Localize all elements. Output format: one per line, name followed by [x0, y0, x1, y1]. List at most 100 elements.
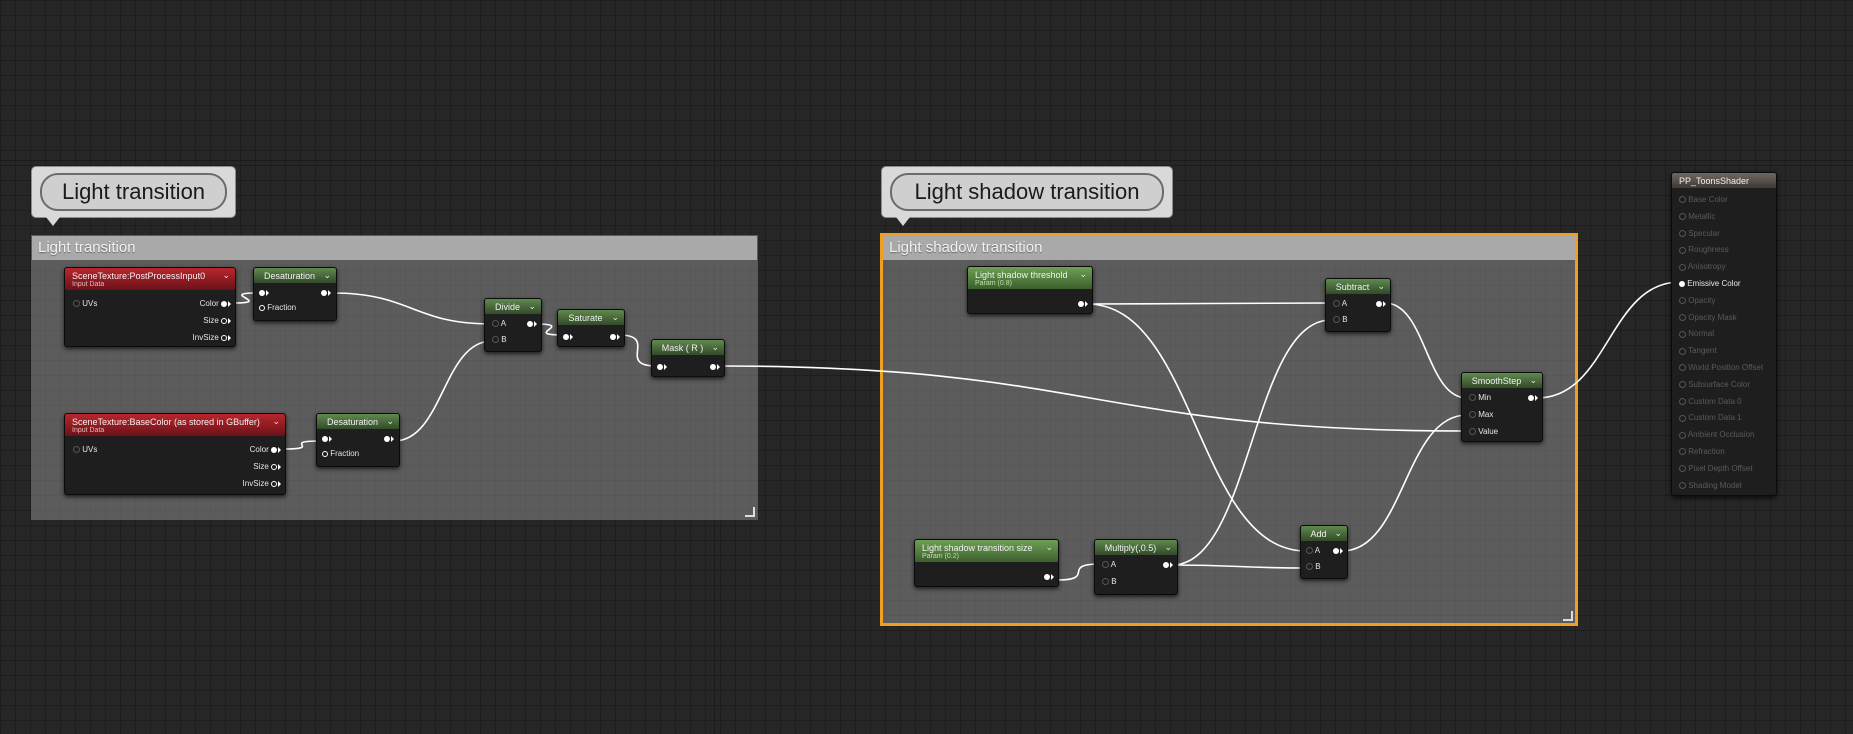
node-header[interactable]: Add ⌄: [1301, 526, 1347, 541]
pin-color[interactable]: Color: [250, 445, 281, 455]
output-pin[interactable]: Opacity Mask: [1679, 313, 1737, 323]
pin-output[interactable]: [1333, 546, 1343, 556]
output-pin[interactable]: Normal: [1679, 329, 1714, 339]
node-desaturation-1[interactable]: Desaturation ⌄ Fraction: [253, 267, 337, 321]
node-header[interactable]: Divide ⌄: [485, 299, 541, 314]
pin-output[interactable]: [527, 319, 537, 329]
pin-uvs[interactable]: UVs: [73, 299, 97, 309]
comment-bubble-light-shadow-transition[interactable]: Light shadow transition: [882, 167, 1172, 226]
pin-a[interactable]: A: [1333, 299, 1347, 309]
node-add[interactable]: Add ⌄ A B: [1300, 525, 1348, 579]
pin-input[interactable]: [657, 362, 667, 372]
output-pin[interactable]: Specular: [1679, 229, 1720, 239]
chevron-down-icon[interactable]: ⌄: [528, 301, 536, 312]
node-header[interactable]: SceneTexture:PostProcessInput0 Input Dat…: [65, 268, 235, 290]
pin-label: Opacity Mask: [1686, 312, 1737, 322]
pin-output[interactable]: [1528, 393, 1538, 403]
chevron-down-icon[interactable]: ⌄: [1164, 542, 1172, 553]
chevron-down-icon[interactable]: ⌄: [1529, 375, 1537, 386]
chevron-down-icon[interactable]: ⌄: [1334, 528, 1342, 539]
node-header[interactable]: SceneTexture:BaseColor (as stored in GBu…: [65, 414, 285, 436]
chevron-down-icon[interactable]: ⌄: [386, 416, 394, 427]
pin-output[interactable]: [1078, 299, 1088, 309]
output-pin[interactable]: World Position Offset: [1679, 363, 1763, 373]
output-pin[interactable]: Subsurface Color: [1679, 380, 1750, 390]
output-pin[interactable]: Emissive Color: [1679, 279, 1741, 289]
pin-a[interactable]: A: [1306, 546, 1320, 556]
pin-output[interactable]: [710, 362, 720, 372]
node-scenetexture-postprocessinput0[interactable]: SceneTexture:PostProcessInput0 Input Dat…: [64, 267, 236, 347]
output-pin[interactable]: Custom Data 1: [1679, 413, 1742, 423]
chevron-down-icon[interactable]: ⌄: [323, 270, 331, 281]
output-pin[interactable]: Roughness: [1679, 245, 1729, 255]
output-pin[interactable]: Base Color: [1679, 195, 1728, 205]
pin-invsize[interactable]: InvSize: [193, 333, 231, 343]
node-desaturation-2[interactable]: Desaturation ⌄ Fraction: [316, 413, 400, 467]
chevron-down-icon[interactable]: ⌄: [1377, 281, 1385, 292]
pin-output[interactable]: [1376, 299, 1386, 309]
pin-max[interactable]: Max: [1469, 410, 1493, 420]
pin-size[interactable]: Size: [253, 462, 281, 472]
node-header[interactable]: Desaturation ⌄: [317, 414, 399, 429]
output-pin[interactable]: Anisotropy: [1679, 262, 1726, 272]
node-header[interactable]: Mask ( R ) ⌄: [652, 340, 724, 355]
chevron-down-icon[interactable]: ⌄: [1045, 542, 1053, 553]
output-pin[interactable]: Tangent: [1679, 346, 1717, 356]
pin-min[interactable]: Min: [1469, 393, 1491, 403]
resize-grip[interactable]: [1563, 611, 1573, 621]
pin-b[interactable]: B: [1306, 562, 1321, 572]
pin-uvs[interactable]: UVs: [73, 445, 97, 455]
output-pin[interactable]: Custom Data 0: [1679, 397, 1742, 407]
output-pin[interactable]: Metallic: [1679, 212, 1715, 222]
comment-bubble-light-transition[interactable]: Light transition: [32, 167, 235, 226]
node-param-light-shadow-transition-size[interactable]: Light shadow transition size Param (0.2)…: [914, 539, 1059, 587]
chevron-down-icon[interactable]: ⌄: [711, 342, 719, 353]
pin-input[interactable]: [322, 434, 332, 444]
node-header[interactable]: Light shadow transition size Param (0.2)…: [915, 540, 1058, 562]
pin-input[interactable]: [259, 288, 269, 298]
node-header[interactable]: Light shadow threshold Param (0.8) ⌄: [968, 267, 1092, 289]
node-param-light-shadow-threshold[interactable]: Light shadow threshold Param (0.8) ⌄: [967, 266, 1093, 314]
node-mask-r[interactable]: Mask ( R ) ⌄: [651, 339, 725, 377]
pin-size[interactable]: Size: [203, 316, 231, 326]
node-header[interactable]: Subtract ⌄: [1326, 279, 1390, 294]
pin-b[interactable]: B: [1102, 577, 1117, 587]
pin-value[interactable]: Value: [1469, 427, 1498, 437]
pin-output[interactable]: [1163, 560, 1173, 570]
node-divide[interactable]: Divide ⌄ A B: [484, 298, 542, 352]
pin-fraction[interactable]: Fraction: [322, 449, 359, 459]
node-header[interactable]: Multiply(,0.5) ⌄: [1095, 540, 1177, 555]
chevron-down-icon[interactable]: ⌄: [222, 270, 230, 281]
node-header[interactable]: PP_ToonsShader: [1672, 173, 1776, 188]
pin-a[interactable]: A: [1102, 560, 1116, 570]
output-pin[interactable]: Opacity: [1679, 296, 1715, 306]
pin-b[interactable]: B: [492, 335, 507, 345]
chevron-down-icon[interactable]: ⌄: [611, 312, 619, 323]
resize-grip[interactable]: [745, 507, 755, 517]
pin-b[interactable]: B: [1333, 315, 1348, 325]
node-header[interactable]: SmoothStep ⌄: [1462, 373, 1542, 388]
node-saturate[interactable]: Saturate ⌄: [557, 309, 625, 347]
pin-output[interactable]: [384, 434, 394, 444]
node-scenetexture-basecolor[interactable]: SceneTexture:BaseColor (as stored in GBu…: [64, 413, 286, 495]
pin-a[interactable]: A: [492, 319, 506, 329]
chevron-down-icon[interactable]: ⌄: [272, 416, 280, 427]
node-header[interactable]: Desaturation ⌄: [254, 268, 336, 283]
pin-input[interactable]: [563, 332, 573, 342]
output-pin[interactable]: Refraction: [1679, 447, 1725, 457]
output-pin[interactable]: Shading Model: [1679, 481, 1742, 491]
node-material-output[interactable]: PP_ToonsShader Base Color Metallic Specu…: [1671, 172, 1777, 496]
output-pin[interactable]: Ambient Occlusion: [1679, 430, 1754, 440]
pin-invsize[interactable]: InvSize: [243, 479, 281, 489]
node-subtract[interactable]: Subtract ⌄ A B: [1325, 278, 1391, 332]
output-pin[interactable]: Pixel Depth Offset: [1679, 464, 1753, 474]
pin-output[interactable]: [1044, 572, 1054, 582]
pin-output[interactable]: [321, 288, 331, 298]
pin-fraction[interactable]: Fraction: [259, 303, 296, 313]
pin-output[interactable]: [610, 332, 620, 342]
node-smoothstep[interactable]: SmoothStep ⌄ Min Max Value: [1461, 372, 1543, 442]
chevron-down-icon[interactable]: ⌄: [1079, 269, 1087, 280]
node-multiply[interactable]: Multiply(,0.5) ⌄ A B: [1094, 539, 1178, 595]
pin-color[interactable]: Color: [200, 299, 231, 309]
node-header[interactable]: Saturate ⌄: [558, 310, 624, 325]
